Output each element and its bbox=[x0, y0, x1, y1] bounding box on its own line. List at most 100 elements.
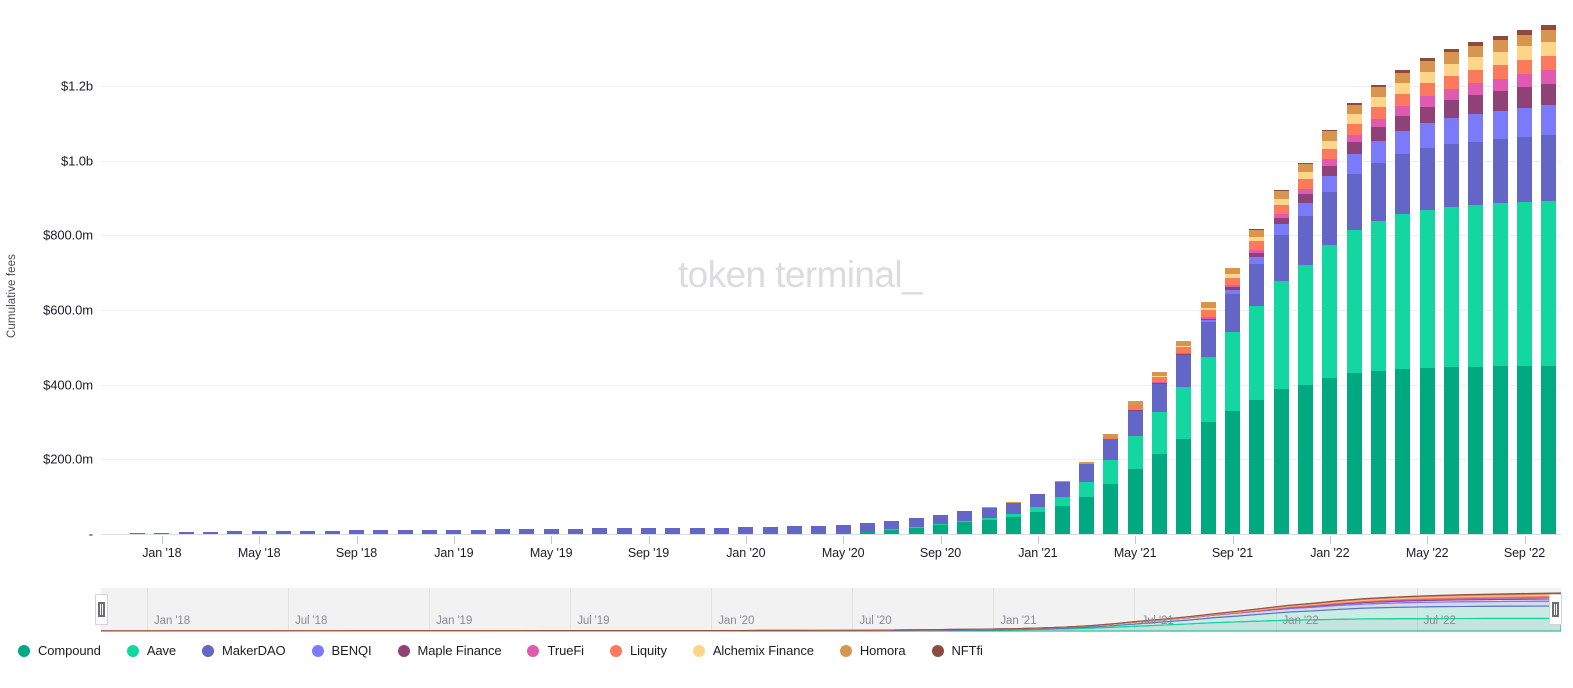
x-tick-label: Sep '22 bbox=[1504, 546, 1545, 560]
bar[interactable] bbox=[787, 526, 802, 534]
x-tick-label: May '18 bbox=[238, 546, 281, 560]
bar-segment bbox=[1541, 201, 1556, 366]
bar[interactable] bbox=[1079, 462, 1094, 534]
bar[interactable] bbox=[1468, 42, 1483, 534]
bar[interactable] bbox=[1322, 130, 1337, 534]
bar[interactable] bbox=[1176, 341, 1191, 534]
x-tick-label: Jan '22 bbox=[1310, 546, 1349, 560]
bar[interactable] bbox=[836, 525, 851, 534]
bar-segment bbox=[1347, 105, 1362, 115]
navigator-left-handle[interactable] bbox=[95, 594, 108, 625]
legend-color-dot-icon bbox=[527, 645, 539, 657]
bar-segment bbox=[1420, 368, 1435, 534]
legend-color-dot-icon bbox=[932, 645, 944, 657]
bar-segment bbox=[1322, 141, 1337, 149]
bar-segment bbox=[1176, 387, 1191, 439]
legend-item-alchemix-finance[interactable]: Alchemix Finance bbox=[693, 643, 814, 658]
bar[interactable] bbox=[957, 511, 972, 534]
legend-item-truefi[interactable]: TrueFi bbox=[527, 643, 583, 658]
legend-item-makerdao[interactable]: MakerDAO bbox=[202, 643, 286, 658]
bar[interactable] bbox=[1055, 481, 1070, 534]
x-tick-label: May '22 bbox=[1406, 546, 1449, 560]
x-tick-label: Jan '20 bbox=[726, 546, 765, 560]
bar[interactable] bbox=[1030, 494, 1045, 534]
legend-item-benqi[interactable]: BENQI bbox=[312, 643, 372, 658]
bar-segment bbox=[1030, 512, 1045, 534]
bar[interactable] bbox=[1128, 401, 1143, 534]
bar[interactable] bbox=[1152, 372, 1167, 534]
x-tick-mark bbox=[649, 536, 650, 544]
bar[interactable] bbox=[738, 527, 753, 534]
x-axis-line bbox=[101, 534, 1561, 535]
legend-color-dot-icon bbox=[610, 645, 622, 657]
bar-segment bbox=[933, 525, 948, 534]
bar-segment bbox=[1395, 94, 1410, 106]
bar[interactable] bbox=[1420, 58, 1435, 534]
bar-segment bbox=[884, 521, 899, 530]
range-navigator[interactable]: Jan '18Jul '18Jan '19Jul '19Jan '20Jul '… bbox=[101, 588, 1561, 632]
bar-segment bbox=[1249, 400, 1264, 534]
y-tick-label: $600.0m bbox=[43, 303, 93, 318]
bar[interactable] bbox=[884, 521, 899, 534]
bar[interactable] bbox=[909, 518, 924, 534]
bar[interactable] bbox=[1103, 434, 1118, 534]
bar-segment bbox=[1347, 135, 1362, 142]
x-tick-mark bbox=[357, 536, 358, 544]
bar[interactable] bbox=[1541, 25, 1556, 534]
bar[interactable] bbox=[1274, 190, 1289, 534]
bar[interactable] bbox=[1298, 163, 1313, 534]
bar-segment bbox=[1541, 105, 1556, 135]
navigator-date-label: Jan '19 bbox=[436, 615, 472, 627]
bar-segment bbox=[1517, 202, 1532, 366]
x-axis: Jan '18May '18Sep '18Jan '19May '19Sep '… bbox=[101, 536, 1561, 570]
bar[interactable] bbox=[811, 526, 826, 534]
bar-segment bbox=[1395, 214, 1410, 369]
bar[interactable] bbox=[1201, 302, 1216, 534]
legend-item-aave[interactable]: Aave bbox=[127, 643, 176, 658]
x-tick-label: Sep '20 bbox=[920, 546, 961, 560]
bar[interactable] bbox=[933, 515, 948, 534]
bar-segment bbox=[1298, 216, 1313, 265]
bar[interactable] bbox=[1493, 36, 1508, 534]
bar-segment bbox=[1128, 436, 1143, 469]
y-tick-label: $200.0m bbox=[43, 452, 93, 467]
bar-segment bbox=[1444, 118, 1459, 144]
navigator-right-handle[interactable] bbox=[1549, 594, 1562, 625]
bar-segment bbox=[1128, 411, 1143, 436]
legend-item-maple-finance[interactable]: Maple Finance bbox=[398, 643, 502, 658]
bar-segment bbox=[1225, 332, 1240, 410]
bar[interactable] bbox=[1006, 502, 1021, 534]
bar-segment bbox=[1517, 108, 1532, 137]
bar-segment bbox=[1347, 114, 1362, 123]
bar[interactable] bbox=[1347, 103, 1362, 534]
bar-segment bbox=[1322, 149, 1337, 159]
bar-segment bbox=[1103, 439, 1118, 461]
bar-segment bbox=[1006, 503, 1021, 514]
bar-segment bbox=[1371, 221, 1386, 371]
bar-segment bbox=[1468, 70, 1483, 83]
bar[interactable] bbox=[1517, 30, 1532, 534]
legend-label: Alchemix Finance bbox=[713, 643, 814, 658]
bar-segment bbox=[1225, 278, 1240, 285]
bar-segment bbox=[787, 526, 802, 533]
bar[interactable] bbox=[1395, 70, 1410, 534]
gridline bbox=[101, 459, 1561, 460]
legend-item-liquity[interactable]: Liquity bbox=[610, 643, 667, 658]
bar-segment bbox=[1030, 494, 1045, 507]
plot-area: token terminal_ bbox=[101, 20, 1561, 535]
legend-item-nftfi[interactable]: NFTfi bbox=[932, 643, 983, 658]
bar[interactable] bbox=[1371, 85, 1386, 534]
x-tick-label: May '19 bbox=[530, 546, 573, 560]
bar[interactable] bbox=[1225, 267, 1240, 534]
bar[interactable] bbox=[860, 523, 875, 534]
legend-item-compound[interactable]: Compound bbox=[18, 643, 101, 658]
bar-segment bbox=[1079, 497, 1094, 534]
legend-item-homora[interactable]: Homora bbox=[840, 643, 906, 658]
bar[interactable] bbox=[1249, 229, 1264, 534]
bar-segment bbox=[1201, 322, 1216, 357]
bar[interactable] bbox=[1444, 49, 1459, 534]
bar[interactable] bbox=[763, 527, 778, 534]
bar[interactable] bbox=[982, 507, 997, 534]
legend-color-dot-icon bbox=[398, 645, 410, 657]
bar-segment bbox=[1395, 106, 1410, 116]
